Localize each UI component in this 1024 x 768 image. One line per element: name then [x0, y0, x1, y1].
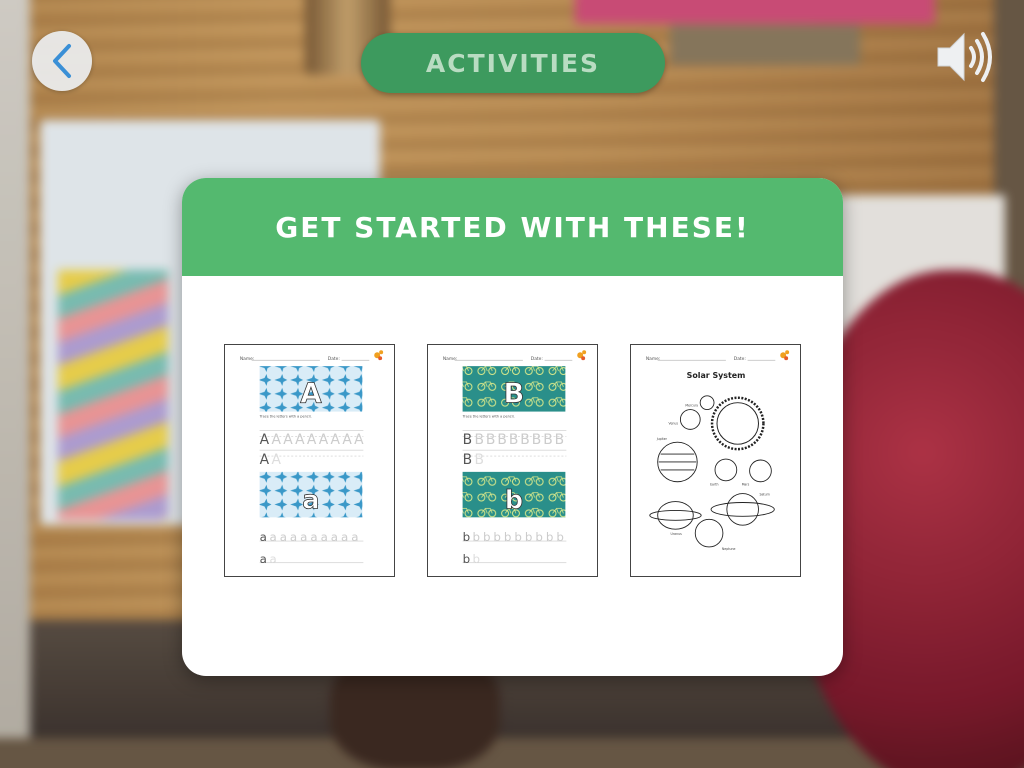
write-row-upper: B	[463, 452, 473, 468]
trace-letter-upper-2: B	[474, 452, 484, 468]
small-letter: a	[302, 485, 319, 515]
modal-header: GET STARTED WITH THESE!	[182, 178, 843, 276]
modal-heading: GET STARTED WITH THESE!	[275, 210, 750, 244]
planet-label: Saturn	[759, 493, 769, 497]
trace-letters-upper: AAAAAAAA	[271, 432, 365, 448]
get-started-modal: GET STARTED WITH THESE! Name: Date: A Tr…	[182, 178, 843, 676]
planet-label: Jupiter	[656, 437, 668, 441]
instruction-text: Trace the letters with a pencil.	[462, 415, 515, 419]
trace-letter-lower-2: b	[472, 552, 480, 566]
date-label: Date:	[531, 356, 543, 362]
write-row-lower: b	[463, 552, 471, 566]
date-label: Date:	[734, 356, 746, 362]
planet-label: Mars	[742, 483, 750, 487]
instruction-text: Trace the letters with a pencil.	[259, 415, 312, 419]
date-label: Date:	[328, 356, 340, 362]
small-letter: b	[505, 485, 523, 515]
planet-label: Mercury	[685, 404, 698, 408]
planet-label: Venus	[669, 421, 679, 425]
trace-row-upper: A	[260, 432, 270, 448]
trace-letter-lower-2: a	[269, 552, 276, 566]
trace-row-upper: B	[463, 432, 473, 448]
trace-row-lower: b	[463, 530, 471, 544]
worksheet-solar-system[interactable]: Name: Date: Solar System Mercury Venus J…	[630, 344, 801, 577]
worksheet-a-preview: Name: Date: A Trace the letters with a p…	[240, 350, 384, 566]
worksheet-letter-b[interactable]: Name: Date: B Trace the letters with a p…	[427, 344, 598, 577]
write-row-lower: a	[260, 552, 267, 566]
name-label: Name:	[646, 356, 661, 362]
worksheet-title: Solar System	[687, 371, 746, 380]
trace-letter-upper-2: A	[271, 452, 281, 468]
name-label: Name:	[443, 356, 458, 362]
big-letter: B	[503, 377, 524, 410]
trace-row-lower: a	[260, 530, 267, 544]
worksheet-solar-preview: Name: Date: Solar System Mercury Venus J…	[646, 350, 790, 551]
worksheet-b-preview: Name: Date: B Trace the letters with a p…	[443, 350, 587, 566]
planet-label: Earth	[710, 483, 718, 487]
name-label: Name:	[240, 356, 255, 362]
trace-letters-upper: BBBBBBBB	[474, 432, 566, 448]
speaker-volume-icon	[937, 32, 992, 82]
back-button[interactable]	[32, 31, 92, 91]
page-title-pill: ACTIVITIES	[361, 33, 665, 93]
page-title: ACTIVITIES	[425, 48, 601, 78]
trace-letters-lower: bbbbbbbbb	[472, 530, 566, 544]
write-row-upper: A	[260, 452, 270, 468]
planet-label: Uranus	[671, 532, 683, 536]
planets-drawing	[649, 395, 775, 548]
trace-letters-lower: aaaaaaaaa	[269, 530, 361, 544]
planet-label: Neptune	[722, 547, 736, 551]
worksheet-letter-a[interactable]: Name: Date: A Trace the letters with a p…	[224, 344, 395, 577]
chevron-left-icon	[53, 44, 71, 78]
sound-button[interactable]	[928, 24, 998, 90]
big-letter: A	[300, 377, 322, 410]
